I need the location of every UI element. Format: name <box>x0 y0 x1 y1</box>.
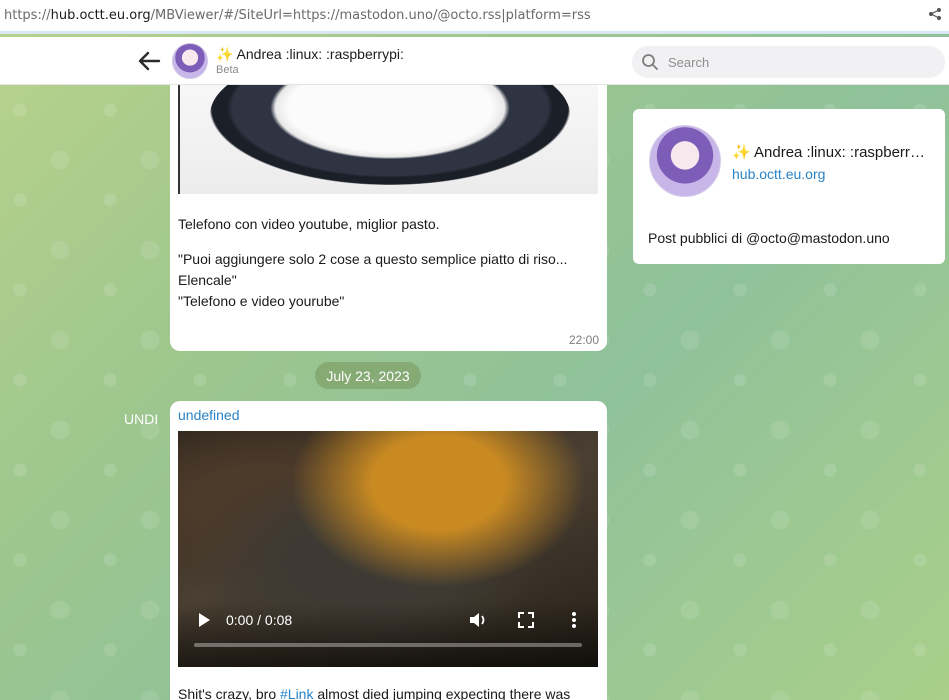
message-text: Shit's crazy, bro #Link almost died jump… <box>178 686 570 700</box>
arrow-left-icon <box>138 51 161 71</box>
browser-url-bar[interactable]: https://hub.octt.eu.org/MBViewer/#/SiteU… <box>0 0 949 34</box>
url-scheme: https:// <box>4 8 51 23</box>
rice-plate-image[interactable] <box>178 85 598 194</box>
share-icon[interactable] <box>925 7 945 25</box>
date-separator: July 23, 2023 <box>315 362 421 389</box>
message-author[interactable]: undefined <box>178 407 240 423</box>
profile-description: Post pubblici di @octo@mastodon.uno <box>648 230 890 246</box>
more-options-icon[interactable] <box>564 610 584 630</box>
url-host: hub.octt.eu.org <box>50 8 151 23</box>
url-text[interactable]: https://hub.octt.eu.org/MBViewer/#/SiteU… <box>4 8 925 23</box>
video-progress-bar[interactable] <box>194 643 582 647</box>
back-button[interactable] <box>134 47 164 75</box>
message-bubble: undefined 0:00 / 0:08 Shit's crazy, bro … <box>170 401 607 700</box>
text-segment: Shit's crazy, bro <box>178 686 280 700</box>
search-box[interactable] <box>632 46 945 78</box>
chat-title: ✨ Andrea :linux: :raspberrypi: <box>216 46 404 62</box>
profile-name: ✨ Andrea :linux: :raspberrypi: <box>732 144 932 161</box>
hashtag-link[interactable]: #Link <box>280 686 313 700</box>
search-icon <box>632 53 668 71</box>
profile-host-link[interactable]: hub.octt.eu.org <box>732 166 825 182</box>
message-bubble: Telefono con video youtube, miglior past… <box>170 85 607 351</box>
url-path: /MBViewer/#/SiteUrl=https://mastodon.uno… <box>150 8 591 23</box>
message-line: "Puoi aggiungere solo 2 cose a questo se… <box>178 251 568 267</box>
message-line: Telefono con video youtube, miglior past… <box>178 216 440 232</box>
search-input[interactable] <box>668 54 928 70</box>
play-icon[interactable] <box>196 612 212 628</box>
side-label: UNDI <box>124 411 159 427</box>
avatar[interactable] <box>172 43 208 79</box>
profile-card: ✨ Andrea :linux: :raspberrypi: hub.octt.… <box>633 109 945 264</box>
text-segment: almost died jumping expecting there was <box>313 686 571 700</box>
video-time: 0:00 / 0:08 <box>226 612 293 628</box>
volume-icon[interactable] <box>468 610 488 630</box>
message-line: "Telefono e video yourube" <box>178 293 345 309</box>
profile-avatar[interactable] <box>649 125 721 197</box>
chat-subtitle: Beta <box>216 64 239 76</box>
chat-header: ✨ Andrea :linux: :raspberrypi: Beta <box>0 37 949 85</box>
fullscreen-icon[interactable] <box>516 610 536 630</box>
video-player[interactable]: 0:00 / 0:08 <box>178 431 598 667</box>
message-time: 22:00 <box>568 333 599 347</box>
message-line: Elencale" <box>178 272 237 288</box>
